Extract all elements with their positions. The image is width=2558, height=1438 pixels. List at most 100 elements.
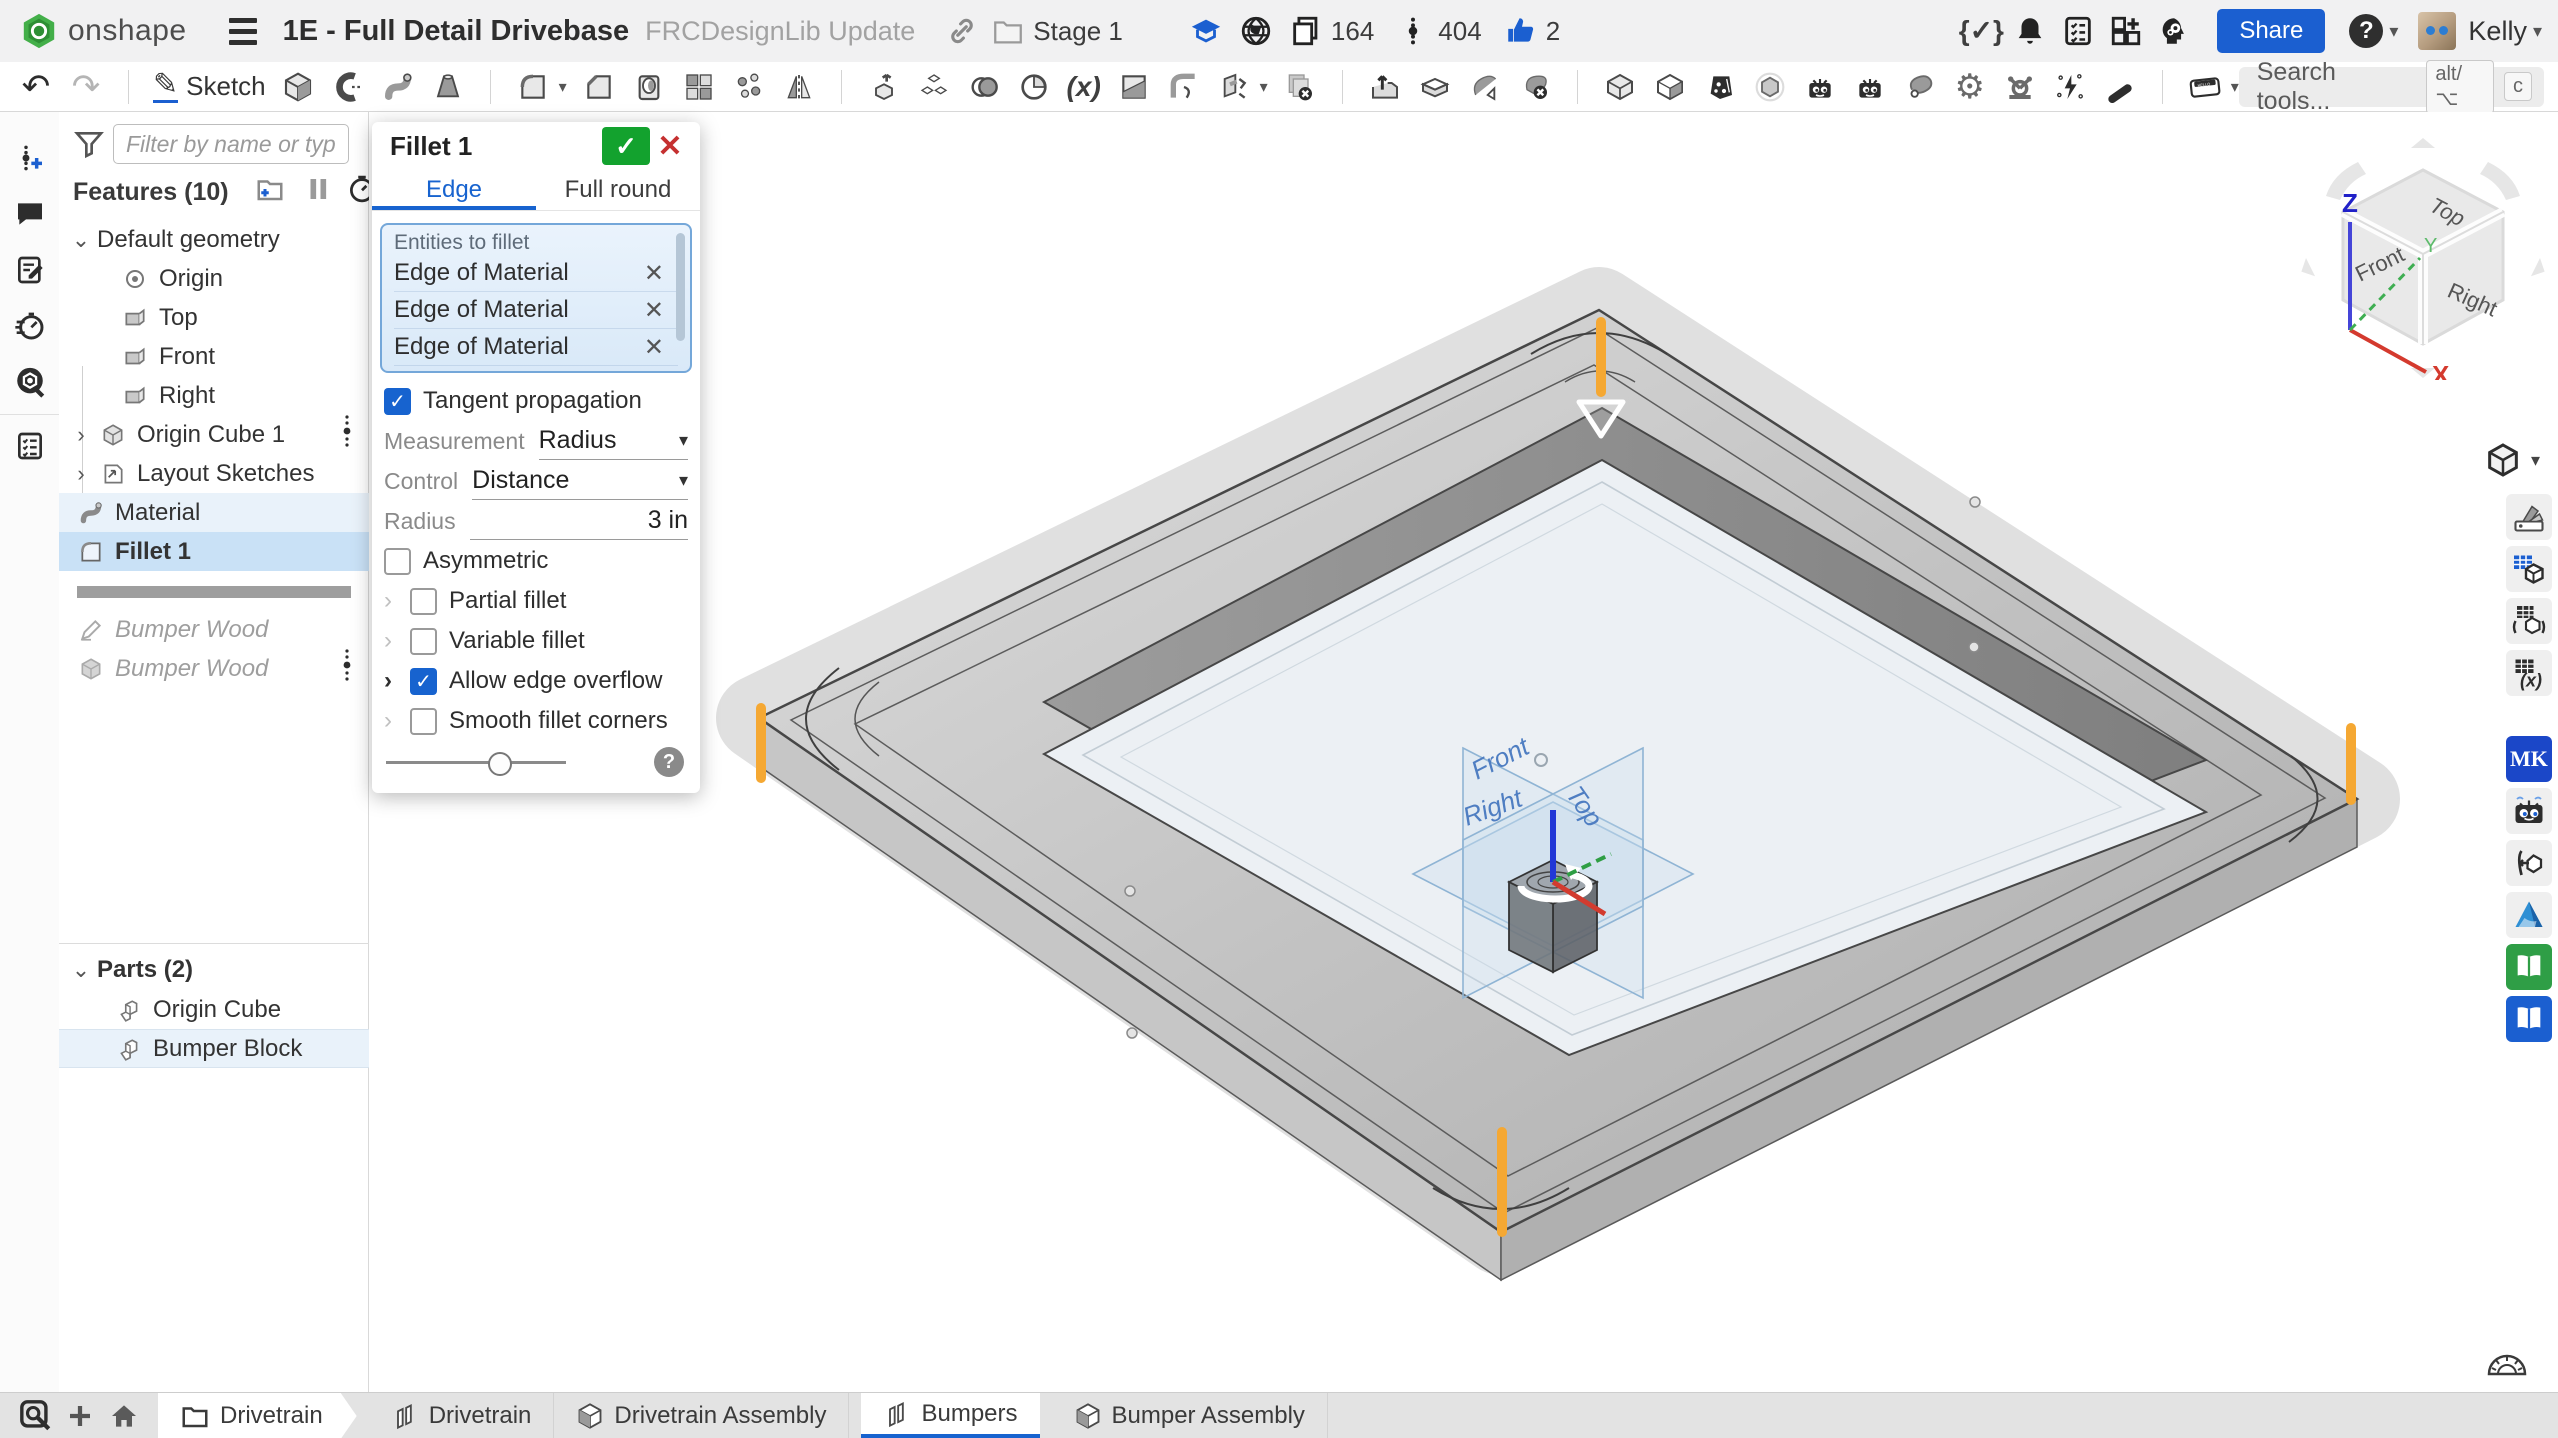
- tree-item-origin[interactable]: Origin: [59, 259, 369, 298]
- entities-scrollbar[interactable]: [676, 233, 685, 341]
- tasks-checklist-icon[interactable]: [2061, 14, 2095, 48]
- control-select[interactable]: Distance ▾: [472, 463, 688, 500]
- delete-face-icon[interactable]: [1517, 69, 1553, 105]
- thumbs-up-icon[interactable]: [1504, 14, 1538, 48]
- home-tab-icon[interactable]: [102, 1396, 146, 1436]
- measurement-select[interactable]: Radius ▾: [539, 423, 688, 460]
- add-folder-icon[interactable]: [255, 174, 285, 204]
- entity-row[interactable]: Edge of Material✕: [394, 366, 678, 373]
- allow-edge-overflow-expander-icon[interactable]: ›: [384, 667, 410, 695]
- notes-icon[interactable]: [12, 252, 48, 288]
- tab-partstudio-bumpers[interactable]: Bumpers: [861, 1393, 1039, 1438]
- tab-partstudio-drivetrain[interactable]: Drivetrain: [369, 1393, 555, 1438]
- import-icon[interactable]: [1367, 69, 1403, 105]
- circular-pattern-icon[interactable]: [731, 69, 767, 105]
- undo-icon[interactable]: ↶: [18, 69, 54, 105]
- asymmetric-checkbox[interactable]: [384, 548, 411, 575]
- boolean-icon[interactable]: [966, 69, 1002, 105]
- vertex-point[interactable]: [1970, 497, 1980, 507]
- featurescripts-app-button[interactable]: [2506, 788, 2552, 834]
- tree-item-front-plane[interactable]: Front: [59, 337, 369, 376]
- sketch-button[interactable]: ✎ Sketch: [153, 70, 266, 103]
- tab-assembly-drivetrain-assembly[interactable]: Drivetrain Assembly: [554, 1393, 849, 1438]
- tree-item-bumper-wood-sketch[interactable]: Bumper Wood: [59, 610, 369, 649]
- document-menu-icon[interactable]: [229, 18, 257, 45]
- rollback-bar[interactable]: [77, 586, 351, 598]
- comments-icon[interactable]: [12, 196, 48, 232]
- linear-pattern-icon[interactable]: [681, 69, 717, 105]
- split-icon[interactable]: [1116, 69, 1152, 105]
- user-menu-caret-icon[interactable]: ▾: [2533, 21, 2542, 42]
- help-caret-icon[interactable]: ▾: [2389, 21, 2398, 42]
- notifications-bell-icon[interactable]: [2013, 14, 2047, 48]
- variable-fillet-expander-icon[interactable]: ›: [384, 627, 410, 655]
- tree-item-layout-sketches[interactable]: › Layout Sketches: [59, 454, 369, 493]
- public-globe-icon[interactable]: [1239, 14, 1273, 48]
- entities-selection-list[interactable]: Entities to fillet Edge of Material✕ Edg…: [380, 223, 692, 373]
- lasso-select-icon[interactable]: [1902, 69, 1938, 105]
- tree-item-bumper-wood-extrude[interactable]: Bumper Wood: [59, 649, 369, 688]
- help-button[interactable]: ?: [2349, 14, 2383, 48]
- tree-item-right-plane[interactable]: Right: [59, 376, 369, 415]
- isolate-icon[interactable]: [1752, 69, 1788, 105]
- custom-tables-panel-button[interactable]: [2506, 598, 2552, 644]
- mirror-icon[interactable]: [781, 69, 817, 105]
- part-item-bumper-block[interactable]: Bumper Block: [59, 1029, 369, 1068]
- share-button[interactable]: Share: [2217, 9, 2325, 53]
- tree-item-material[interactable]: Material: [59, 493, 369, 532]
- view-cube[interactable]: Top Front Right Z X Y: [2298, 130, 2548, 380]
- link-icon[interactable]: [945, 14, 979, 48]
- mate-connector-icon[interactable]: [2002, 69, 2038, 105]
- workspace-name[interactable]: Stage 1: [1033, 16, 1123, 47]
- tab-edge[interactable]: Edge: [372, 170, 536, 210]
- radius-input[interactable]: 3 in: [470, 503, 688, 540]
- settings-gear-icon[interactable]: ⚙: [1952, 69, 1988, 105]
- custom-feature-robot-icon[interactable]: [1852, 69, 1888, 105]
- part-item-origin-cube[interactable]: Origin Cube: [59, 990, 369, 1029]
- parts-section-header[interactable]: ⌄ Parts (2): [59, 950, 369, 989]
- variable-icon[interactable]: (x): [1066, 69, 1102, 105]
- cut-list-icon[interactable]: [12, 428, 48, 464]
- mate-connector-dots-icon[interactable]: [341, 414, 353, 455]
- copies-icon[interactable]: [1289, 14, 1323, 48]
- hole-icon[interactable]: [631, 69, 667, 105]
- new-tab-plus-button[interactable]: [58, 1396, 102, 1436]
- search-in-document-icon[interactable]: [12, 364, 48, 400]
- name-badge-caret-icon[interactable]: ▾: [2231, 77, 2239, 97]
- ai-advisor-icon[interactable]: [2157, 14, 2191, 48]
- marker-pen-icon[interactable]: [2102, 69, 2138, 105]
- triangle-app-button[interactable]: [2506, 892, 2552, 938]
- helix-icon[interactable]: [1016, 69, 1052, 105]
- name-badge-icon[interactable]: HELLO: [2187, 69, 2223, 105]
- remove-entity-icon[interactable]: ✕: [644, 296, 664, 325]
- export-icon[interactable]: [1417, 69, 1453, 105]
- insert-version-icon[interactable]: [12, 140, 48, 176]
- confirm-button[interactable]: ✓: [602, 127, 650, 165]
- derived-part-app-button[interactable]: [2506, 840, 2552, 886]
- view-options-button[interactable]: ▾: [2483, 440, 2540, 480]
- entity-row[interactable]: Edge of Material✕: [394, 292, 678, 329]
- learning-cap-icon[interactable]: [1189, 14, 1223, 48]
- versions-braces-icon[interactable]: {✓}: [1963, 13, 1999, 49]
- mkcad-app-button[interactable]: MK: [2506, 736, 2552, 782]
- vertex-point[interactable]: [1125, 886, 1135, 896]
- dialog-help-button[interactable]: ?: [654, 747, 684, 777]
- onshape-logo-icon[interactable]: [20, 12, 58, 50]
- search-tabs-icon[interactable]: [14, 1396, 58, 1436]
- allow-edge-overflow-checkbox[interactable]: ✓: [410, 668, 437, 695]
- measure-protractor-icon[interactable]: [2484, 1344, 2530, 1378]
- featurescript-robot-icon[interactable]: [1802, 69, 1838, 105]
- move-face-icon[interactable]: [1216, 69, 1252, 105]
- smooth-fillet-corners-checkbox[interactable]: [410, 708, 437, 735]
- extrude-icon[interactable]: [280, 69, 316, 105]
- fillet-icon[interactable]: [515, 69, 551, 105]
- remove-entity-icon[interactable]: ✕: [644, 370, 664, 374]
- mate-connector-dots-icon[interactable]: [341, 648, 353, 689]
- filter-input[interactable]: [113, 124, 349, 164]
- remove-entity-icon[interactable]: ✕: [644, 259, 664, 288]
- named-views-icon[interactable]: [1702, 69, 1738, 105]
- revolve-icon[interactable]: [330, 69, 366, 105]
- remove-entity-icon[interactable]: ✕: [644, 333, 664, 362]
- variable-table-panel-button[interactable]: (x): [2506, 650, 2552, 696]
- tangent-propagation-checkbox[interactable]: ✓: [384, 388, 411, 415]
